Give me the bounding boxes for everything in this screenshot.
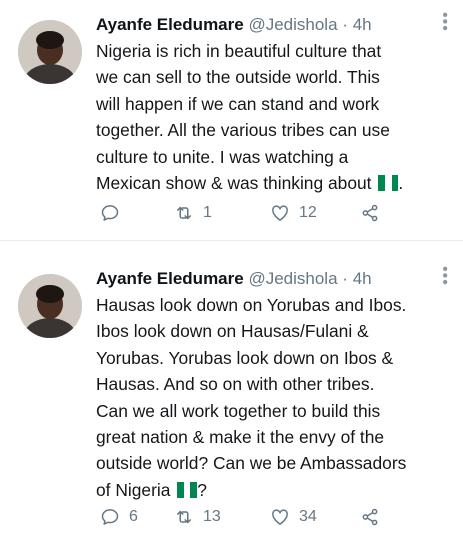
like-icon	[272, 509, 288, 525]
author-name[interactable]: Ayanfe Eledumare	[96, 15, 244, 34]
like-button[interactable]: 12	[270, 202, 317, 224]
like-count: 12	[299, 204, 317, 221]
share-icon	[362, 508, 378, 526]
tweet-content: Ayanfe Eledumare @Jedishola · 4h ••• Nig…	[96, 12, 453, 196]
tweet-text: Nigeria is rich in beautiful culture tha…	[96, 38, 447, 196]
retweet-icon	[177, 510, 191, 524]
tweet-time[interactable]: 4h	[353, 15, 372, 34]
reply-button[interactable]	[100, 202, 129, 224]
share-icon	[362, 204, 378, 222]
reply-button[interactable]: 6	[100, 506, 138, 528]
separator-dot: ·	[342, 269, 348, 288]
tweet-divider	[0, 240, 463, 241]
avatar[interactable]	[18, 274, 82, 338]
more-options-icon[interactable]: •••	[436, 266, 453, 286]
tweet-suffix: .	[398, 173, 404, 194]
more-options-icon[interactable]: •••	[436, 12, 453, 32]
tweet-actions: 1 12	[100, 202, 403, 224]
retweet-count: 13	[203, 508, 221, 525]
separator-dot: ·	[342, 15, 348, 34]
retweet-icon	[177, 206, 191, 220]
tweet[interactable]: Ayanfe Eledumare @Jedishola · 4h ••• Hau…	[0, 256, 463, 539]
retweet-count: 1	[203, 204, 212, 221]
avatar[interactable]	[18, 20, 82, 84]
tweet-text: Hausas look down on Yorubas and Ibos. Ib…	[96, 292, 447, 503]
like-count: 34	[299, 508, 317, 525]
reply-icon	[101, 509, 119, 525]
avatar-image	[18, 274, 82, 338]
nigeria-flag-icon	[177, 479, 198, 498]
tweet-body: Hausas look down on Yorubas and Ibos. Ib…	[96, 295, 407, 500]
author-handle[interactable]: @Jedishola	[248, 269, 337, 288]
nigeria-flag-icon	[378, 172, 399, 192]
retweet-button[interactable]: 13	[174, 506, 221, 528]
tweet-time[interactable]: 4h	[353, 269, 372, 288]
like-button[interactable]: 34	[270, 506, 317, 528]
reply-count: 6	[129, 508, 138, 525]
like-icon	[272, 205, 288, 221]
tweet-content: Ayanfe Eledumare @Jedishola · 4h ••• Hau…	[96, 266, 453, 503]
share-button[interactable]	[360, 202, 389, 224]
author-name[interactable]: Ayanfe Eledumare	[96, 269, 244, 288]
author-handle[interactable]: @Jedishola	[248, 15, 337, 34]
retweet-button[interactable]: 1	[174, 202, 212, 224]
tweet-body: Nigeria is rich in beautiful culture tha…	[96, 41, 390, 194]
tweet[interactable]: Ayanfe Eledumare @Jedishola · 4h ••• Nig…	[0, 0, 463, 232]
tweet-actions: 6 13 34	[100, 506, 403, 528]
reply-icon	[101, 205, 119, 221]
share-button[interactable]	[360, 506, 389, 528]
avatar-image	[18, 20, 82, 84]
tweet-header: Ayanfe Eledumare @Jedishola · 4h •••	[96, 12, 453, 38]
tweet-header: Ayanfe Eledumare @Jedishola · 4h •••	[96, 266, 453, 292]
tweet-suffix: ?	[197, 479, 207, 500]
